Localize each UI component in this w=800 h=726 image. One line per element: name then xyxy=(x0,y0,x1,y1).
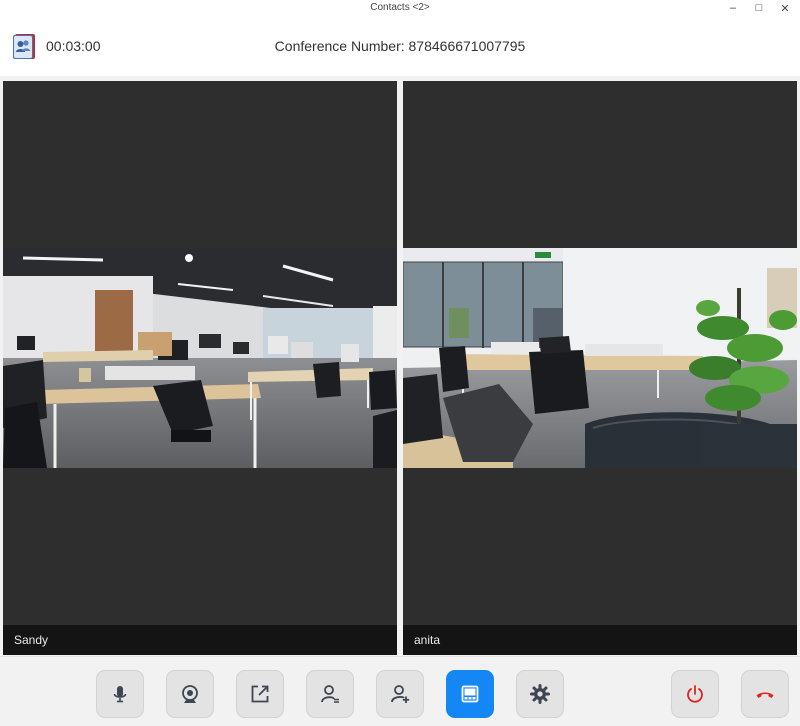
microphone-icon xyxy=(113,686,127,703)
close-button[interactable]: ✕ xyxy=(772,0,798,16)
call-toolbar xyxy=(0,656,800,726)
title-bar: Contacts <2> – □ ✕ xyxy=(0,0,800,16)
conference-number: Conference Number: 878466671007795 xyxy=(274,38,526,54)
participants-icon xyxy=(321,685,339,703)
add-participant-button[interactable] xyxy=(376,670,424,718)
settings-button[interactable] xyxy=(516,670,564,718)
settings-icon xyxy=(530,684,550,704)
share-screen-icon xyxy=(251,685,269,703)
layout-button[interactable] xyxy=(446,670,494,718)
video-frame xyxy=(3,248,397,468)
power-button[interactable] xyxy=(671,670,719,718)
participant-name: Sandy xyxy=(14,633,49,647)
participant-name: anita xyxy=(414,633,441,647)
hang-up-icon xyxy=(756,692,774,698)
participants-button[interactable] xyxy=(306,670,354,718)
add-participant-icon xyxy=(391,685,410,703)
participant-video-tile[interactable]: anita xyxy=(403,81,797,655)
participant-video-tile[interactable]: Sandy xyxy=(3,81,397,655)
call-header: 00:03:00 Conference Number: 878466671007… xyxy=(0,16,800,76)
power-icon xyxy=(687,685,703,703)
layout-icon xyxy=(461,685,479,703)
maximize-button[interactable]: □ xyxy=(746,0,772,16)
minimize-button[interactable]: – xyxy=(720,0,746,16)
share-screen-button[interactable] xyxy=(236,670,284,718)
mute-button[interactable] xyxy=(96,670,144,718)
participant-name-bar: anita xyxy=(403,625,797,655)
video-frame xyxy=(403,248,797,468)
hang-up-button[interactable] xyxy=(741,670,789,718)
window-title: Contacts <2> xyxy=(370,2,430,13)
participant-name-bar: Sandy xyxy=(3,625,397,655)
camera-button[interactable] xyxy=(166,670,214,718)
video-grid: Sandy anita xyxy=(0,76,800,656)
camera-icon xyxy=(182,685,198,703)
